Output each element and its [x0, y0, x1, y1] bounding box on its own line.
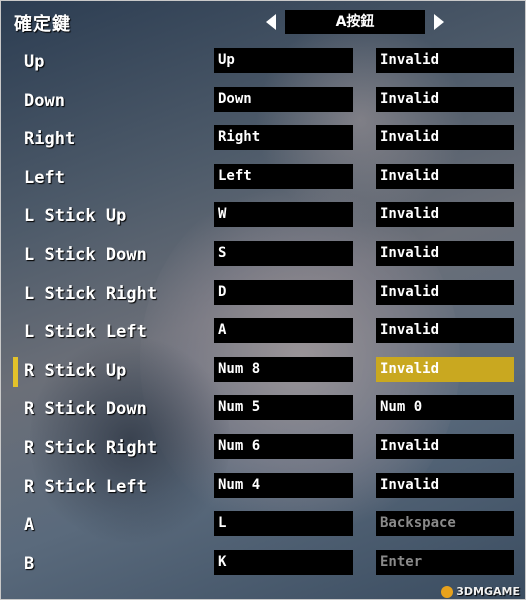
- window-frame: [0, 0, 526, 600]
